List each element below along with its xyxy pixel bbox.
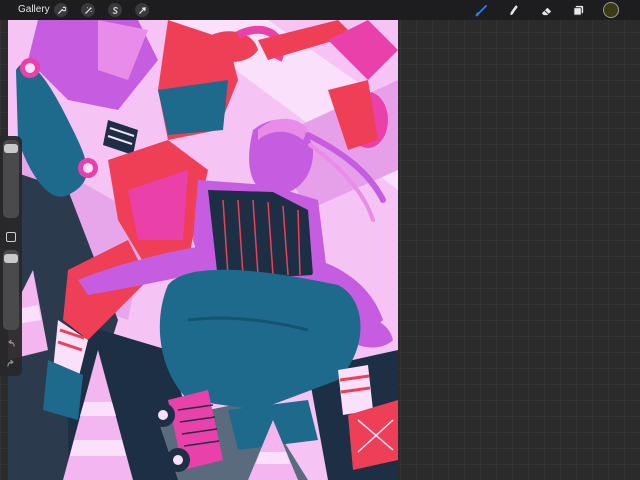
smudge-icon[interactable] bbox=[505, 2, 521, 18]
artwork-illustration bbox=[8, 20, 398, 480]
adjustments-wand-icon[interactable] bbox=[81, 3, 95, 17]
brush-size-thumb[interactable] bbox=[4, 144, 18, 154]
drawing-canvas[interactable] bbox=[8, 20, 398, 480]
undo-arrow-icon[interactable] bbox=[4, 338, 18, 350]
modify-square-icon[interactable] bbox=[6, 232, 16, 242]
gallery-button[interactable]: Gallery bbox=[18, 3, 50, 17]
side-toolbar bbox=[0, 136, 22, 376]
actions-wrench-icon[interactable] bbox=[54, 3, 68, 17]
procreate-workspace: Gallery bbox=[0, 0, 640, 480]
redo-arrow-icon[interactable] bbox=[4, 358, 18, 370]
eraser-icon[interactable] bbox=[538, 2, 554, 18]
brush-size-slider[interactable] bbox=[3, 140, 19, 218]
transform-arrow-icon[interactable] bbox=[135, 3, 149, 17]
opacity-thumb[interactable] bbox=[4, 254, 18, 264]
layers-icon[interactable] bbox=[570, 2, 586, 18]
brush-icon[interactable] bbox=[473, 2, 489, 18]
opacity-slider[interactable] bbox=[3, 250, 19, 330]
top-toolbar: Gallery bbox=[0, 0, 640, 20]
selection-s-icon[interactable] bbox=[108, 3, 122, 17]
color-swatch[interactable] bbox=[603, 2, 619, 18]
